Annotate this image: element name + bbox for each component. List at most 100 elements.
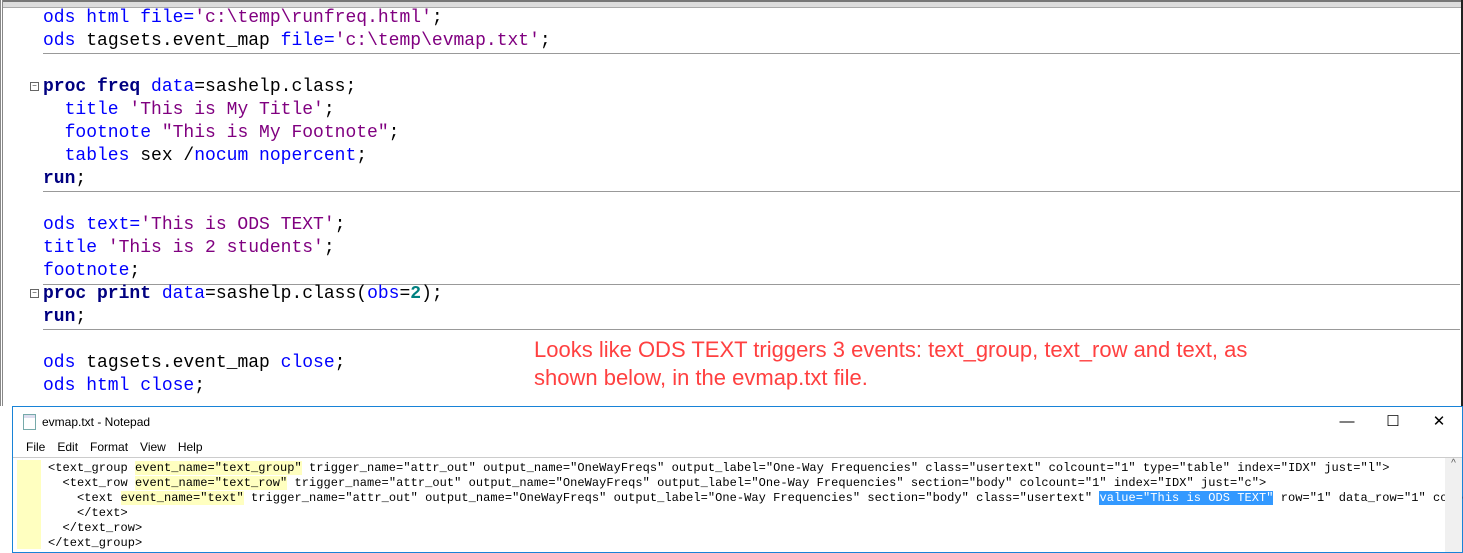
code-line: run; [43,306,551,329]
code-token: <text_group [48,461,136,475]
code-token: run [43,307,76,327]
menu-view[interactable]: View [134,440,172,454]
code-token: </text_group> [48,536,143,550]
code-token: ; [75,169,87,189]
code-token: ; [431,8,443,28]
code-line: footnote; [43,260,551,283]
code-line: title 'This is My Title'; [43,99,551,122]
menu-edit[interactable]: Edit [51,440,84,454]
vertical-scrollbar[interactable]: ^ [1445,458,1462,552]
code-line: tables sex /nocum nopercent; [43,145,551,168]
code-line: proc freq data=sashelp.class; [43,76,551,99]
maximize-button[interactable]: ☐ [1370,409,1416,435]
code-token: data [161,284,206,304]
code-token: trigger_name="attr_out" output_name="One… [243,491,1100,505]
code-token: ; [75,307,87,327]
menu-file[interactable]: File [20,440,51,454]
notepad-lines[interactable]: <text_group event_name="text_group" trig… [48,461,1463,551]
code-token: obs [367,284,400,304]
code-token: 'This is 2 students' [107,238,324,258]
code-line: <text_group event_name="text_group" trig… [48,461,1463,476]
highlighted-text: event_name="text_group" [135,461,302,475]
code-token: =sashelp.class; [194,77,357,97]
code-token: 'c:\temp\evmap.txt' [334,31,540,51]
code-token: trigger_name="attr_out" output_name="One… [287,476,1267,490]
code-token: =sashelp.class( [205,284,368,304]
code-token: 'c:\temp\runfreq.html' [194,8,432,28]
code-token: title [43,100,130,120]
code-line: footnote "This is My Footnote"; [43,122,551,145]
code-line: ods html file='c:\temp\runfreq.html'; [43,7,551,30]
close-button[interactable]: ✕ [1416,409,1462,435]
title-bar: evmap.txt - Notepad [23,414,150,430]
code-token: ; [129,261,141,281]
code-token: ods text= [43,215,141,235]
code-token: footnote [43,123,162,143]
code-line: title 'This is 2 students'; [43,237,551,260]
menu-format[interactable]: Format [84,440,134,454]
code-token: "This is My Footnote" [161,123,389,143]
code-token: ods html file= [43,8,195,28]
code-line: </text_row> [48,521,1463,536]
code-line: <text_row event_name="text_row" trigger_… [48,476,1463,491]
code-token: ; [388,123,400,143]
code-line: </text> [48,506,1463,521]
code-token: proc print [43,284,162,304]
minimize-button[interactable]: — [1324,409,1370,435]
menu-help[interactable]: Help [172,440,209,454]
code-token: 'This is My Title' [129,100,324,120]
code-token: trigger_name="attr_out" output_name="One… [301,461,1390,475]
selected-text: value="This is ODS TEXT" [1099,491,1274,505]
code-token: tagsets.event_map [86,31,281,51]
code-token: </text_row> [48,521,143,535]
code-token: ; [539,31,551,51]
code-token: run [43,169,76,189]
code-token: ods html close [43,376,195,396]
code-token: ; [334,215,346,235]
code-line: <text event_name="text" trigger_name="at… [48,491,1463,506]
scroll-up-icon[interactable]: ^ [1451,458,1456,469]
annotation-line: Looks like ODS TEXT triggers 3 events: t… [534,337,1248,362]
code-lines[interactable]: ods html file='c:\temp\runfreq.html'; ods… [43,7,551,398]
code-token: title [43,238,108,258]
code-token: ods [43,31,87,51]
code-token: file= [280,31,335,51]
code-token: ods [43,353,87,373]
notepad-window: evmap.txt - Notepad — ☐ ✕ File Edit Form… [12,406,1463,553]
indent-highlight [17,460,41,549]
code-token: 2 [410,284,422,304]
code-token: proc freq [43,77,152,97]
annotation-line: shown below, in the evmap.txt file. [534,365,868,390]
code-token: footnote [43,261,130,281]
code-line: run; [43,168,551,191]
code-token: sex / [140,146,195,166]
menu-bar: File Edit Format View Help [20,440,209,454]
notepad-file-icon [23,414,36,430]
collapse-icon[interactable]: − [30,289,39,298]
code-line: ods tagsets.event_map close; [43,352,551,375]
code-line: proc print data=sashelp.class(obs=2); [43,283,551,306]
code-line: ods text='This is ODS TEXT'; [43,214,551,237]
code-token: ; [194,376,206,396]
code-token: data [151,77,195,97]
notepad-text-area[interactable]: <text_group event_name="text_group" trig… [13,457,1463,552]
collapse-icon[interactable]: − [30,82,39,91]
code-line: ods html close; [43,375,551,398]
window-title: evmap.txt - Notepad [42,415,151,429]
code-token: tables [43,146,141,166]
highlighted-text: event_name="text" [120,491,244,505]
code-token: ; [334,353,346,373]
highlighted-text: event_name="text_row" [135,476,288,490]
code-token: <text_row [48,476,136,490]
code-token: <text [48,491,121,505]
code-token: 'This is ODS TEXT' [140,215,335,235]
code-token: ; [323,238,335,258]
code-token: ; [323,100,335,120]
code-line: </text_group> [48,536,1463,551]
code-token: tagsets.event_map [86,353,281,373]
code-token: </text> [48,506,128,520]
code-token: row="1" data_row="1" colcount [1280,491,1463,505]
